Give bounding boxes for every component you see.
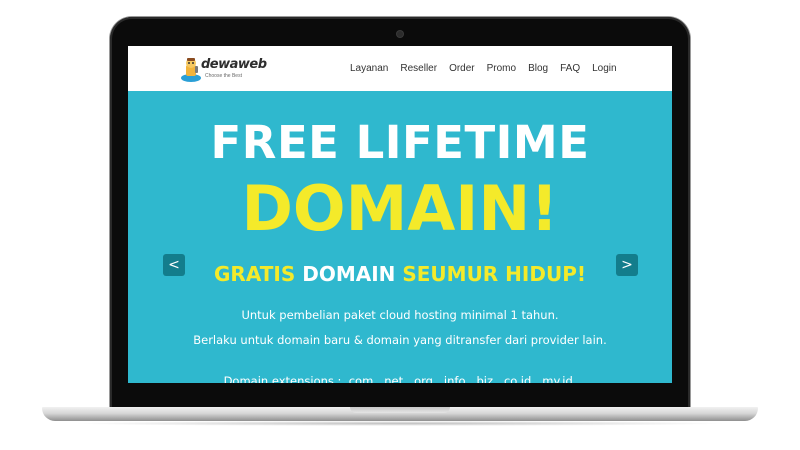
site-logo[interactable]: dewaweb Choose the Best xyxy=(180,56,270,82)
chevron-left-icon: < xyxy=(168,257,180,273)
hero-subtitle-domain: DOMAIN xyxy=(302,262,396,286)
main-navigation: Layanan Reseller Order Promo Blog FAQ Lo… xyxy=(350,63,617,74)
nav-item-order[interactable]: Order xyxy=(449,63,475,74)
webcam-icon xyxy=(397,31,403,37)
nav-item-blog[interactable]: Blog xyxy=(528,63,548,74)
nav-item-login[interactable]: Login xyxy=(592,63,616,74)
laptop-screen: dewaweb Choose the Best Layanan Reseller… xyxy=(128,46,672,383)
nav-item-reseller[interactable]: Reseller xyxy=(400,63,437,74)
laptop-shadow xyxy=(70,421,730,426)
laptop-opening-notch xyxy=(350,407,450,413)
carousel-prev-button[interactable]: < xyxy=(163,254,185,276)
hero-subtitle-gratis: GRATIS xyxy=(214,262,296,286)
hero-text-extensions: Domain extensions : .com, .net, .org, .i… xyxy=(223,374,577,383)
site-header: dewaweb Choose the Best Layanan Reseller… xyxy=(128,46,672,91)
nav-item-promo[interactable]: Promo xyxy=(487,63,516,74)
hero-banner: FREE LIFETIME DOMAIN! GRATIS DOMAIN SEUM… xyxy=(128,91,672,384)
logo-tagline: Choose the Best xyxy=(205,73,242,79)
hero-subtitle-seumur-hidup: SEUMUR HIDUP! xyxy=(402,262,586,286)
logo-wordmark: dewaweb xyxy=(201,57,267,72)
nav-item-faq[interactable]: FAQ xyxy=(560,63,580,74)
hero-headline-primary: FREE LIFETIME xyxy=(210,116,590,169)
hero-text-eligibility: Berlaku untuk domain baru & domain yang … xyxy=(193,333,607,347)
chevron-right-icon: > xyxy=(621,257,633,273)
carousel-next-button[interactable]: > xyxy=(616,254,638,276)
hero-headline-secondary: DOMAIN! xyxy=(241,172,559,245)
hero-subtitle: GRATIS DOMAIN SEUMUR HIDUP! xyxy=(128,261,672,287)
hero-text-condition: Untuk pembelian paket cloud hosting mini… xyxy=(241,308,559,322)
nav-item-layanan[interactable]: Layanan xyxy=(350,63,388,74)
